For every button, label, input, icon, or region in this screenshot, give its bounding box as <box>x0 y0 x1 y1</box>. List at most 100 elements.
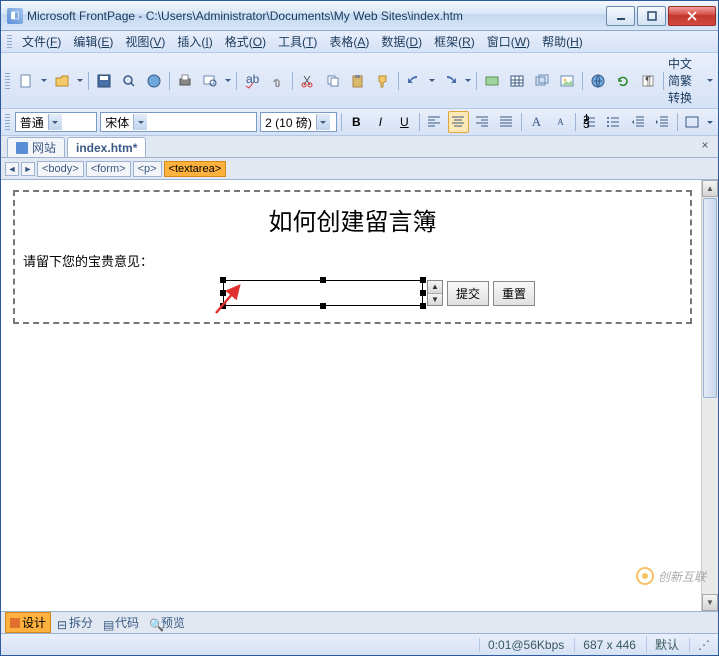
textarea-selected[interactable] <box>223 280 423 306</box>
resize-handle[interactable] <box>220 303 226 309</box>
page-heading[interactable]: 如何创建留言簿 <box>23 196 682 247</box>
scroll-up-button[interactable]: ▲ <box>702 180 718 197</box>
scroll-down-button[interactable]: ▼ <box>702 594 718 611</box>
view-code[interactable]: ▤代码 <box>99 613 143 632</box>
borders-button[interactable] <box>682 111 703 133</box>
publish-button[interactable] <box>143 70 165 92</box>
spinner[interactable]: ▲▼ <box>427 280 443 306</box>
minimize-button[interactable] <box>606 6 635 26</box>
undo-dropdown[interactable] <box>428 76 436 85</box>
resize-handle[interactable] <box>320 277 326 283</box>
font-grow-button[interactable]: A <box>526 111 547 133</box>
crumb-prev-button[interactable]: ◄ <box>5 162 19 176</box>
refresh-button[interactable] <box>612 70 634 92</box>
open-button[interactable] <box>51 70 73 92</box>
web-component-button[interactable] <box>481 70 503 92</box>
bold-button[interactable]: B <box>346 111 367 133</box>
menu-h[interactable]: 帮助(H) <box>536 33 589 51</box>
spellcheck-button[interactable]: ab <box>241 70 263 92</box>
align-left-button[interactable] <box>424 111 445 133</box>
form-label[interactable]: 请留下您的宝贵意见： <box>23 247 682 280</box>
document-tabs: 网站 index.htm* × <box>1 136 718 158</box>
tab-label: 网站 <box>32 139 56 156</box>
maximize-button[interactable] <box>637 6 666 26</box>
vertical-scrollbar[interactable]: ▲ ▼ <box>701 180 718 611</box>
menu-i[interactable]: 插入(I) <box>171 33 218 51</box>
style-combo[interactable]: 普通 <box>15 112 97 132</box>
redo-button[interactable] <box>439 70 461 92</box>
picture-button[interactable] <box>556 70 578 92</box>
redo-dropdown[interactable] <box>464 76 472 85</box>
align-right-button[interactable] <box>472 111 493 133</box>
outdent-button[interactable] <box>628 111 649 133</box>
view-design[interactable]: 设计 <box>5 612 51 633</box>
chevron-down-icon[interactable] <box>316 114 330 130</box>
font-combo[interactable]: 宋体 <box>100 112 257 132</box>
new-dropdown[interactable] <box>40 76 48 85</box>
menu-a[interactable]: 表格(A) <box>323 33 375 51</box>
menu-v[interactable]: 视图(V) <box>119 33 171 51</box>
reset-button[interactable]: 重置 <box>493 281 535 306</box>
view-preview[interactable]: 🔍预览 <box>145 613 189 632</box>
undo-button[interactable] <box>403 70 425 92</box>
menu-d[interactable]: 数据(D) <box>375 33 428 51</box>
ime-convert-button[interactable]: 中文简繁转换 <box>668 55 703 106</box>
align-center-button[interactable] <box>448 111 469 133</box>
standard-toolbar: ab ¶ 中文简繁转换 <box>1 53 718 109</box>
menu-w[interactable]: 窗口(W) <box>481 33 536 51</box>
indent-button[interactable] <box>652 111 673 133</box>
tab-website[interactable]: 网站 <box>7 137 65 157</box>
borders-dropdown[interactable] <box>706 118 714 127</box>
format-painter-button[interactable] <box>372 70 394 92</box>
resize-handle[interactable] <box>220 277 226 283</box>
font-shrink-button[interactable]: A <box>550 111 571 133</box>
preview-dropdown[interactable] <box>224 76 232 85</box>
menu-f[interactable]: 文件(F) <box>16 33 67 51</box>
close-button[interactable] <box>668 6 716 26</box>
tag-form[interactable]: <form> <box>86 161 131 177</box>
scroll-thumb[interactable] <box>703 198 717 398</box>
paste-button[interactable] <box>347 70 369 92</box>
close-tab-button[interactable]: × <box>698 139 712 153</box>
cut-button[interactable] <box>297 70 319 92</box>
tag-textarea[interactable]: <textarea> <box>164 161 227 177</box>
size-combo[interactable]: 2 (10 磅) <box>260 112 337 132</box>
resize-handle[interactable] <box>320 303 326 309</box>
table-button[interactable] <box>506 70 528 92</box>
copy-button[interactable] <box>322 70 344 92</box>
underline-button[interactable]: U <box>394 111 415 133</box>
new-button[interactable] <box>15 70 37 92</box>
align-justify-button[interactable] <box>496 111 517 133</box>
resize-handle[interactable] <box>420 277 426 283</box>
layer-button[interactable] <box>531 70 553 92</box>
menu-r[interactable]: 框架(R) <box>428 33 481 51</box>
stop-button[interactable]: ¶ <box>637 70 659 92</box>
resize-handle[interactable] <box>420 290 426 296</box>
menu-e[interactable]: 编辑(E) <box>67 33 119 51</box>
menu-o[interactable]: 格式(O) <box>219 33 272 51</box>
search-button[interactable] <box>118 70 140 92</box>
tag-p[interactable]: <p> <box>133 161 162 177</box>
chevron-down-icon[interactable] <box>48 114 62 130</box>
menu-t[interactable]: 工具(T) <box>272 33 323 51</box>
attach-button[interactable] <box>266 70 288 92</box>
design-surface[interactable]: 如何创建留言簿 请留下您的宝贵意见： ▲▼ 提交 <box>1 180 718 611</box>
submit-button[interactable]: 提交 <box>447 281 489 306</box>
preview-button[interactable] <box>199 70 221 92</box>
resize-handle[interactable] <box>420 303 426 309</box>
hyperlink-button[interactable] <box>587 70 609 92</box>
view-split[interactable]: ⊟拆分 <box>53 613 97 632</box>
tab-current-file[interactable]: index.htm* <box>67 137 146 157</box>
italic-button[interactable]: I <box>370 111 391 133</box>
resize-handle[interactable] <box>220 290 226 296</box>
ime-dropdown[interactable] <box>706 76 714 85</box>
open-dropdown[interactable] <box>76 76 84 85</box>
bullet-list-button[interactable] <box>604 111 625 133</box>
grip-icon <box>7 35 12 49</box>
crumb-next-button[interactable]: ► <box>21 162 35 176</box>
number-list-button[interactable]: 123 <box>580 111 601 133</box>
chevron-down-icon[interactable] <box>133 114 147 130</box>
save-button[interactable] <box>93 70 115 92</box>
print-button[interactable] <box>174 70 196 92</box>
tag-body[interactable]: <body> <box>37 161 84 177</box>
